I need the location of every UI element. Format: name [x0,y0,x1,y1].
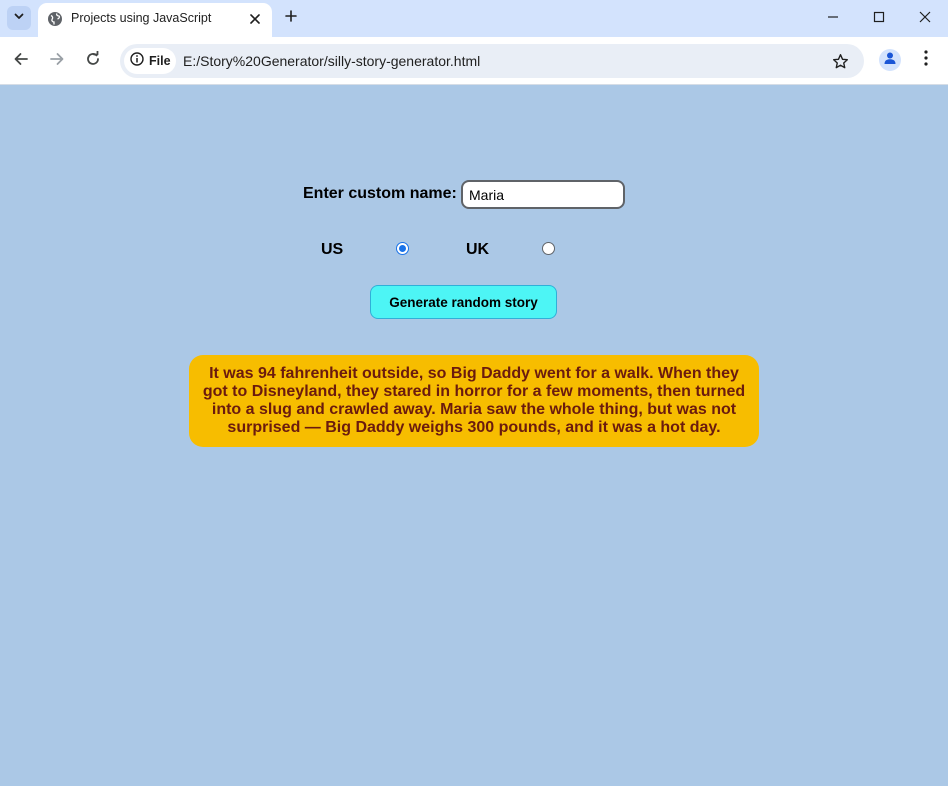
uk-label: UK [466,241,490,258]
tab-close-icon[interactable] [246,10,264,28]
site-chip-label: File [149,54,171,68]
plus-icon [285,9,297,27]
profile-button[interactable] [879,49,901,71]
us-label: US [321,241,344,258]
uk-radio[interactable] [542,242,555,255]
us-radio[interactable] [396,242,409,255]
close-window-button[interactable] [902,0,948,37]
forward-button[interactable] [45,49,69,73]
maximize-button[interactable] [856,0,902,37]
chevron-down-icon [13,9,25,27]
story-text: It was 94 fahrenheit outside, so Big Dad… [189,355,759,447]
minimize-icon [827,10,839,28]
address-bar[interactable]: File E:/Story%20Generator/silly-story-ge… [120,44,864,78]
active-tab[interactable]: Projects using JavaScript [38,3,272,37]
reload-button[interactable] [81,49,105,73]
generate-story-button[interactable]: Generate random story [370,285,557,319]
browser-menu-button[interactable] [916,49,936,71]
person-icon [883,51,897,70]
tab-list-button[interactable] [7,6,31,30]
tab-strip: Projects using JavaScript [0,0,948,37]
kebab-menu-icon [924,49,928,71]
close-icon [919,10,931,28]
minimize-button[interactable] [810,0,856,37]
info-icon [130,51,144,71]
tab-title: Projects using JavaScript [71,11,212,25]
custom-name-input[interactable] [461,180,625,209]
radio-selected-dot [399,245,406,252]
globe-icon [47,11,63,27]
forward-arrow-icon [49,51,65,72]
reload-icon [85,50,101,72]
maximize-icon [873,10,885,28]
star-icon[interactable] [830,51,850,71]
new-tab-button[interactable] [280,7,302,29]
custom-name-label: Enter custom name: [303,185,457,202]
site-info-chip[interactable]: File [124,48,176,74]
url-text[interactable]: E:/Story%20Generator/silly-story-generat… [183,53,480,69]
browser-toolbar: File E:/Story%20Generator/silly-story-ge… [0,37,948,85]
back-button[interactable] [9,49,33,73]
back-arrow-icon [13,51,29,72]
